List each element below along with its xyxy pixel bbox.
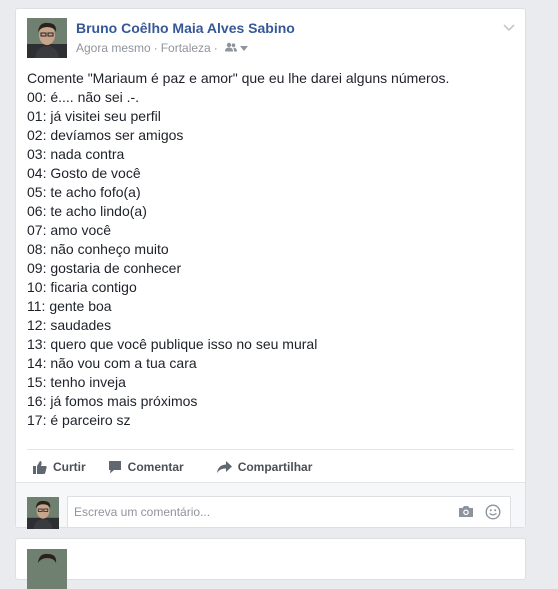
- smiley-icon[interactable]: [485, 504, 501, 525]
- post-list-line: 05: te acho fofo(a): [27, 184, 141, 200]
- author-avatar[interactable]: [27, 18, 67, 58]
- post-location[interactable]: Fortaleza: [161, 41, 211, 55]
- post-list-line: 04: Gosto de você: [27, 165, 141, 181]
- divider: [27, 449, 514, 450]
- post-actions: Curtir Comentar Compartilhar: [27, 455, 312, 479]
- meta-separator: ·: [213, 41, 218, 55]
- chevron-down-icon: [503, 19, 515, 36]
- post-list-line: 11: gente boa: [27, 298, 112, 314]
- current-user-avatar[interactable]: [27, 497, 59, 529]
- post-list-line: 15: tenho inveja: [27, 374, 126, 390]
- friends-icon: [224, 41, 237, 55]
- post-list-line: 01: já visitei seu perfil: [27, 108, 161, 124]
- like-button[interactable]: Curtir: [33, 460, 86, 474]
- comment-button[interactable]: Comentar: [108, 460, 184, 474]
- post-list-line: 14: não vou com a tua cara: [27, 355, 197, 371]
- speech-bubble-icon: [108, 460, 122, 474]
- post-list-line: 02: devíamos ser amigos: [27, 127, 184, 143]
- share-button[interactable]: Compartilhar: [216, 460, 313, 474]
- post-meta: Agora mesmo · Fortaleza ·: [76, 41, 248, 55]
- post-list-line: 12: saudades: [27, 317, 112, 333]
- comment-input-box[interactable]: [67, 496, 511, 528]
- thumbs-up-icon: [33, 460, 47, 474]
- audience-selector[interactable]: [224, 41, 248, 55]
- comment-input[interactable]: [74, 503, 434, 521]
- post-card: Bruno Coêlho Maia Alves Sabino Agora mes…: [15, 8, 526, 529]
- share-arrow-icon: [216, 460, 232, 474]
- post-timestamp[interactable]: Agora mesmo: [76, 41, 151, 55]
- post-list-line: 07: amo você: [27, 222, 112, 238]
- comment-label: Comentar: [127, 460, 184, 474]
- comment-composer: [16, 482, 525, 529]
- post-intro-line: Comente "Mariaum é paz e amor" que eu lh…: [27, 70, 450, 86]
- post-list-line: 17: é parceiro sz: [27, 412, 131, 428]
- post-body: Comente "Mariaum é paz e amor" que eu lh…: [27, 69, 517, 430]
- post-list-line: 03: nada contra: [27, 146, 125, 162]
- camera-icon[interactable]: [458, 505, 474, 523]
- share-label: Compartilhar: [237, 460, 313, 474]
- post-list-line: 06: te acho lindo(a): [27, 203, 147, 219]
- meta-separator: ·: [153, 41, 158, 55]
- post-list-line: 00: é.... não sei .-.: [27, 89, 140, 105]
- post-list-line: 09: gostaria de conhecer: [27, 260, 182, 276]
- post-list-line: 16: já fomos mais próximos: [27, 393, 198, 409]
- chevron-down-icon: [239, 45, 248, 51]
- author-avatar[interactable]: [27, 549, 67, 589]
- post-list-line: 13: quero que você publique isso no seu …: [27, 336, 318, 352]
- next-post-card: [15, 538, 526, 589]
- like-label: Curtir: [53, 460, 86, 474]
- post-list-line: 10: ficaria contigo: [27, 279, 137, 295]
- post-options-button[interactable]: [503, 19, 515, 37]
- author-name-link[interactable]: Bruno Coêlho Maia Alves Sabino: [76, 20, 295, 36]
- post-list-line: 08: não conheço muito: [27, 241, 169, 257]
